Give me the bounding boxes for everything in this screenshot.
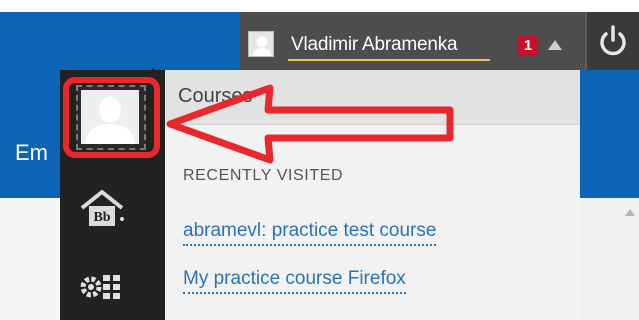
page-partial-label: Em (15, 140, 48, 165)
tools-icon[interactable] (79, 267, 123, 307)
annotation-arrow (166, 84, 454, 164)
scroll-up-icon[interactable] (625, 209, 635, 216)
page-right-column (578, 198, 639, 320)
svg-text:Bb: Bb (93, 210, 110, 225)
window-top-strip (0, 0, 639, 12)
blackboard-home-icon[interactable]: Bb (78, 188, 126, 228)
caret-up-icon[interactable] (548, 40, 562, 50)
user-name-underline (288, 59, 490, 61)
recent-course-link[interactable]: abramevl: practice test course (183, 220, 437, 246)
user-name-link[interactable]: Vladimir Abramenka (291, 34, 458, 56)
recent-course-link[interactable]: My practice course Firefox (183, 268, 406, 294)
recently-visited-label: RECENTLY VISITED (183, 167, 344, 184)
avatar[interactable] (248, 31, 274, 57)
power-icon[interactable] (598, 24, 628, 58)
notification-badge[interactable]: 1 (518, 36, 538, 56)
annotation-highlight-box (63, 77, 160, 158)
header-brand-area (0, 12, 240, 70)
user-silhouette-icon (249, 32, 273, 56)
